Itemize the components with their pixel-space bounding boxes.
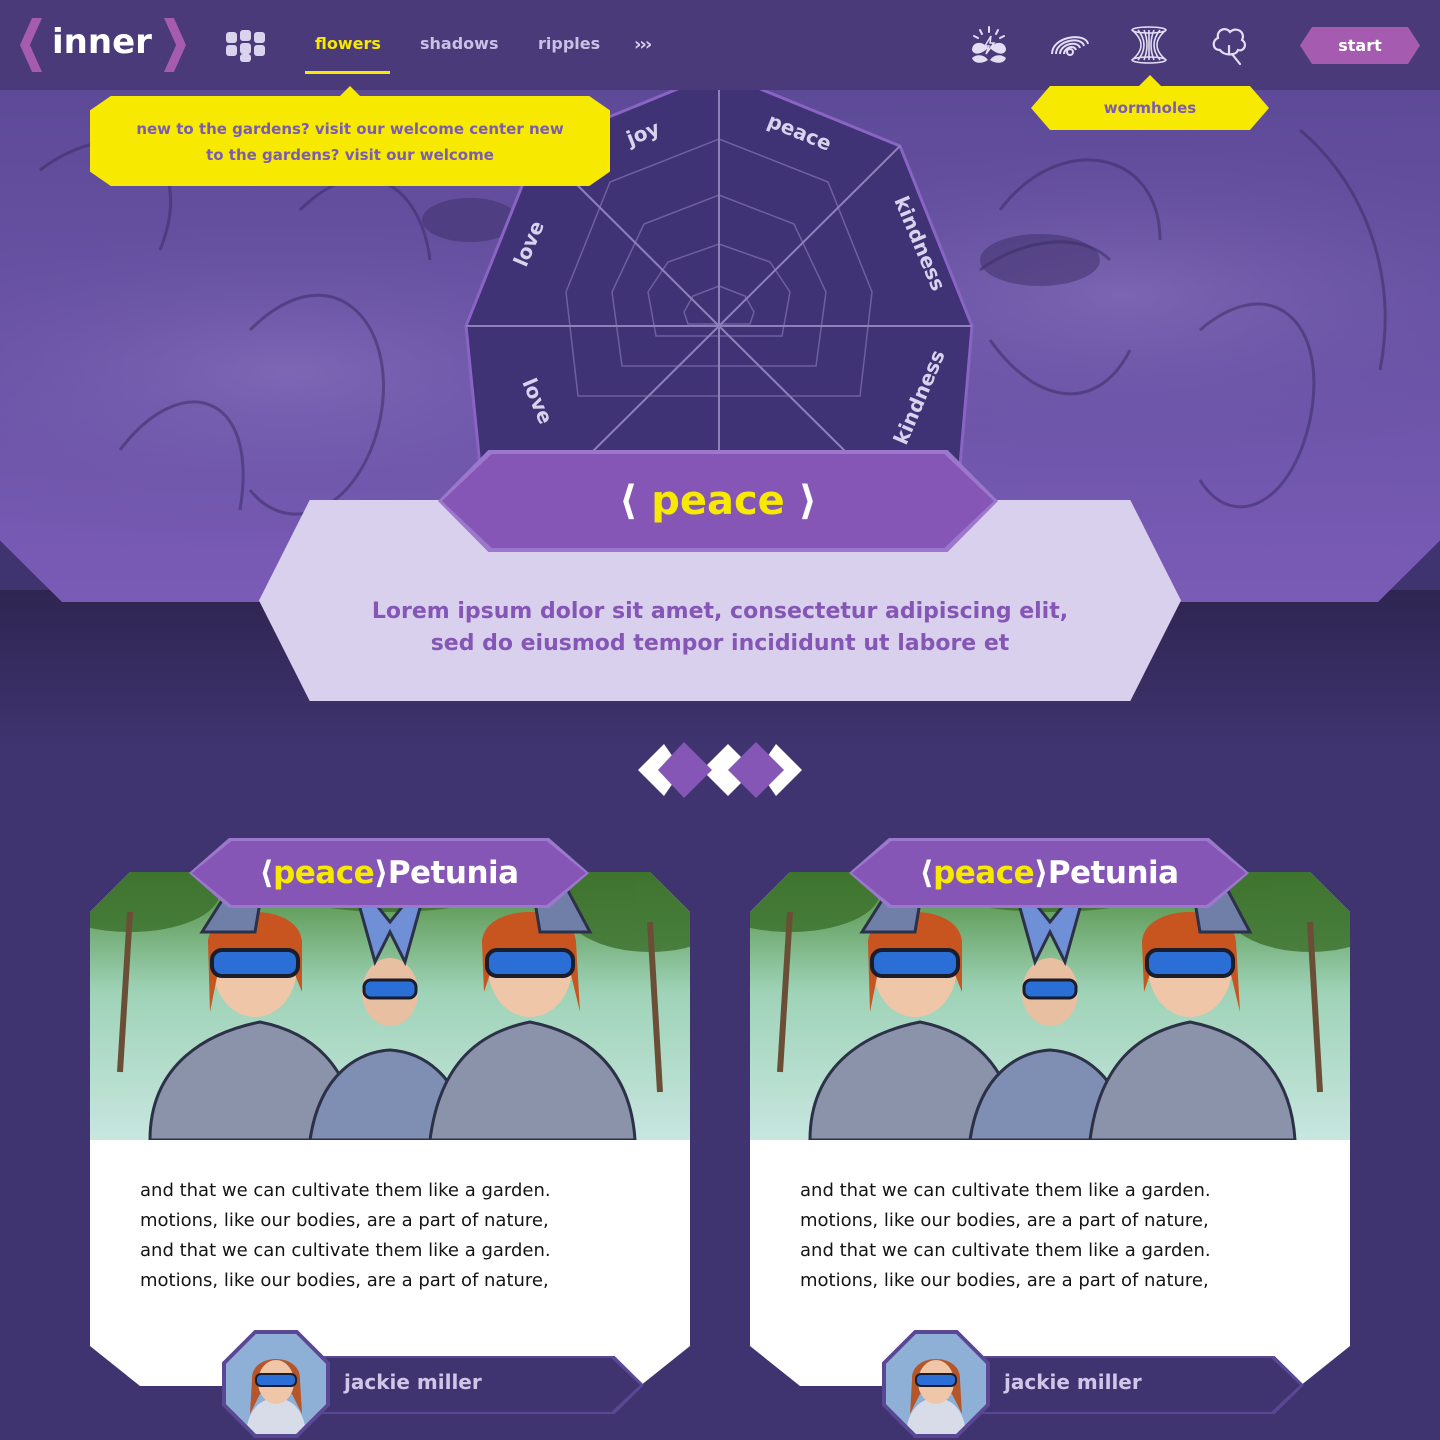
- author-name[interactable]: jackie miller: [1004, 1370, 1142, 1394]
- carousel-pager: [638, 742, 802, 798]
- top-nav-bar: inner flowers shadows ripples ››› start: [0, 0, 1440, 90]
- active-tab-indicator: [305, 71, 390, 74]
- card-title-name: Petunia: [387, 855, 519, 891]
- card-line: and that we can cultivate them like a ga…: [140, 1240, 551, 1261]
- feature-title-open-bracket: ⟨: [618, 478, 638, 524]
- card-line: and that we can cultivate them like a ga…: [800, 1180, 1211, 1201]
- card-illustration: [90, 872, 690, 1140]
- more-tabs-chevron-icon[interactable]: ›››: [634, 34, 652, 55]
- card-title-open-bracket: ⟨: [919, 855, 934, 891]
- card-title-close-bracket: ⟩: [1034, 855, 1048, 891]
- card-line: motions, like our bodies, are a part of …: [140, 1210, 549, 1231]
- card-line: motions, like our bodies, are a part of …: [140, 1270, 549, 1291]
- tree-search-icon[interactable]: [1208, 24, 1250, 66]
- tab-shadows[interactable]: shadows: [420, 34, 498, 58]
- feature-title: ⟨ peace ⟩: [442, 454, 994, 548]
- card-image-art: [750, 872, 1350, 1140]
- author-name[interactable]: jackie miller: [344, 1370, 482, 1394]
- card-line: and that we can cultivate them like a ga…: [800, 1240, 1211, 1261]
- card-title-open-bracket: ⟨: [259, 855, 274, 891]
- logo-left-bracket: [20, 18, 42, 72]
- wormholes-tooltip: wormholes: [1031, 86, 1269, 130]
- card-line: motions, like our bodies, are a part of …: [800, 1270, 1209, 1291]
- tab-flowers[interactable]: flowers: [315, 34, 381, 58]
- swirl-rainbow-icon[interactable]: [1048, 24, 1090, 66]
- card-title: ⟨peace⟩Petunia: [192, 841, 586, 905]
- inner-logo[interactable]: inner: [18, 18, 188, 72]
- logo-text: inner: [52, 22, 152, 62]
- card-title: ⟨peace⟩Petunia: [852, 841, 1246, 905]
- card-title-tag: peace: [933, 855, 1035, 891]
- card-title-close-bracket: ⟩: [374, 855, 388, 891]
- card-line: motions, like our bodies, are a part of …: [800, 1210, 1209, 1231]
- lightning-leaf-icon[interactable]: [968, 24, 1010, 66]
- feature-title-close-bracket: ⟩: [798, 478, 818, 524]
- start-button[interactable]: start: [1300, 27, 1420, 64]
- flower-card-1[interactable]: ⟨peace⟩Petunia and that we can cultivate…: [90, 838, 690, 1438]
- feature-title-word: peace: [651, 478, 785, 524]
- logo-right-bracket: [164, 18, 186, 72]
- card-text: and that we can cultivate them like a ga…: [800, 1176, 1320, 1296]
- card-title-name: Petunia: [1047, 855, 1179, 891]
- flower-grid-icon[interactable]: [224, 28, 268, 62]
- feature-description: Lorem ipsum dolor sit amet, consectetur …: [371, 599, 1069, 656]
- card-title-tag: peace: [273, 855, 375, 891]
- flower-card-2[interactable]: ⟨peace⟩Petunia and that we can cultivate…: [750, 838, 1350, 1438]
- wormhole-icon[interactable]: [1128, 24, 1170, 66]
- card-image-art: [90, 872, 690, 1140]
- card-text: and that we can cultivate them like a ga…: [140, 1176, 660, 1296]
- tab-ripples[interactable]: ripples: [538, 34, 600, 58]
- card-illustration: [750, 872, 1350, 1140]
- avatar[interactable]: [886, 1334, 986, 1434]
- avatar[interactable]: [226, 1334, 326, 1434]
- card-line: and that we can cultivate them like a ga…: [140, 1180, 551, 1201]
- welcome-tooltip[interactable]: new to the gardens? visit our welcome ce…: [90, 96, 610, 186]
